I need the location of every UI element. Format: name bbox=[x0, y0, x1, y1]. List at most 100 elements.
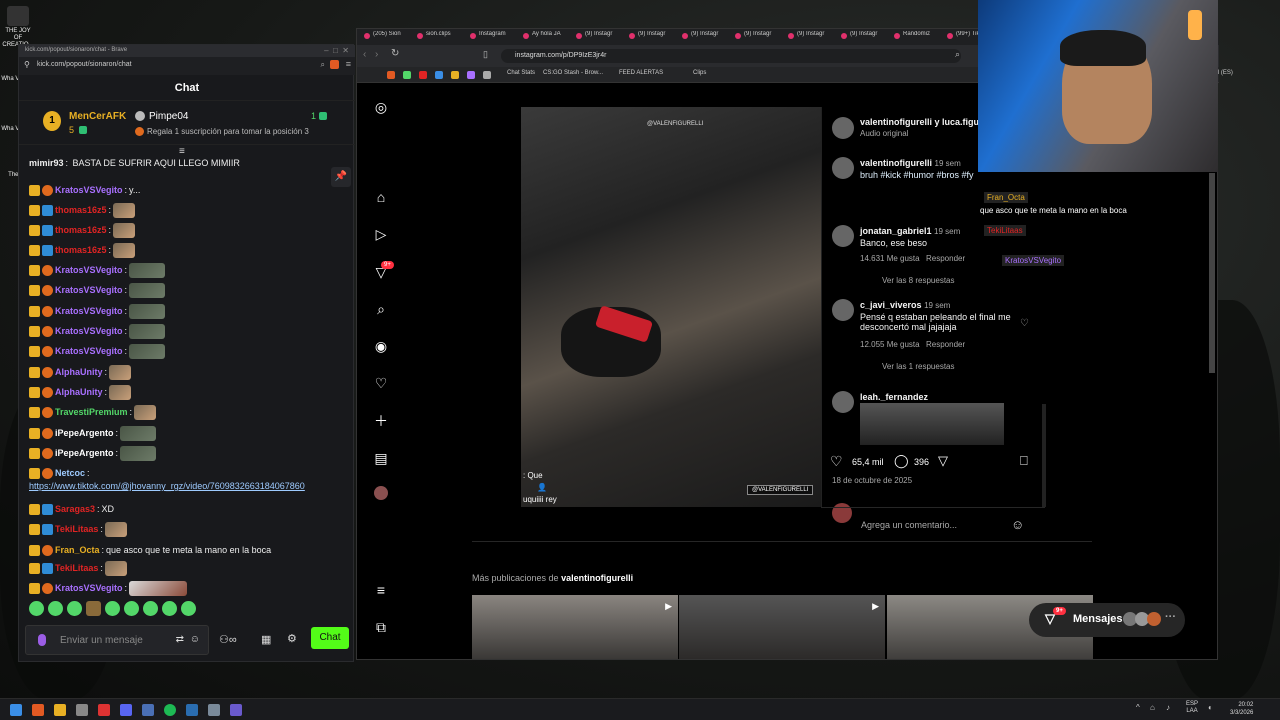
brave-shield-icon[interactable] bbox=[330, 60, 339, 69]
comment-like-icon[interactable]: ♡ bbox=[1020, 318, 1029, 329]
more-post-thumbnail[interactable]: ▶ bbox=[679, 595, 885, 659]
browser-tab[interactable]: (9) Instagr bbox=[628, 31, 678, 43]
leader-second-user[interactable]: Pimpe04 bbox=[149, 111, 188, 122]
browser-tab[interactable]: (9) Instagr bbox=[787, 31, 837, 43]
menu-icon[interactable]: ≡ bbox=[346, 59, 351, 69]
emote-image[interactable] bbox=[129, 262, 166, 278]
bookmark-item[interactable]: CS:GO Stash - Brow... bbox=[543, 70, 603, 76]
instagram-logo-icon[interactable]: ◎ bbox=[371, 97, 391, 117]
translate-icon[interactable]: ⇄ bbox=[176, 634, 184, 645]
store-icon[interactable]: ▦ bbox=[261, 633, 271, 646]
bookmark-item[interactable]: Clips bbox=[693, 70, 706, 76]
more-icon[interactable]: ··· bbox=[1165, 611, 1176, 623]
emote-icon[interactable] bbox=[29, 601, 44, 616]
mic-icon[interactable]: ◐ bbox=[1208, 703, 1213, 712]
clock[interactable]: 20:02 3/3/2026 bbox=[1230, 701, 1253, 717]
file-explorer-icon[interactable] bbox=[54, 704, 66, 716]
comment-user[interactable]: c_javi_viveros bbox=[860, 300, 922, 310]
caption-avatar[interactable] bbox=[832, 157, 854, 179]
emote-icon[interactable] bbox=[162, 601, 177, 616]
notifications-heart-icon[interactable]: ♡ bbox=[371, 373, 391, 393]
messages-button[interactable]: ▽ 9+ Mensajes ··· bbox=[1029, 603, 1185, 637]
emote-image[interactable] bbox=[134, 404, 157, 420]
more-posts-user[interactable]: valentinofigurelli bbox=[561, 573, 633, 583]
chat-username[interactable]: thomas16z5 bbox=[55, 205, 107, 215]
app-icon[interactable] bbox=[230, 704, 242, 716]
emote-image[interactable] bbox=[129, 303, 166, 319]
forward-icon[interactable]: › bbox=[375, 49, 378, 60]
emote-image[interactable] bbox=[109, 384, 132, 400]
view-replies-button[interactable]: Ver las 1 respuestas bbox=[882, 362, 954, 371]
comment-user[interactable]: jonatan_gabriel1 bbox=[860, 226, 932, 236]
emote-image[interactable] bbox=[113, 242, 136, 258]
emote-image[interactable] bbox=[113, 222, 136, 238]
profile-avatar[interactable] bbox=[371, 485, 391, 505]
emote-image[interactable] bbox=[129, 282, 166, 298]
chat-username[interactable]: KratosVSVegito bbox=[55, 583, 123, 593]
home-icon[interactable]: ⌂ bbox=[371, 187, 391, 207]
comments-scrollbar[interactable] bbox=[1042, 404, 1046, 507]
emote-image[interactable] bbox=[129, 323, 166, 339]
app-icon[interactable] bbox=[142, 704, 154, 716]
chat-username[interactable]: AlphaUnity bbox=[55, 387, 103, 397]
browser-tab[interactable]: sion.clips bbox=[416, 31, 466, 43]
browser-tab[interactable]: Randomiz bbox=[893, 31, 943, 43]
chat-username[interactable]: KratosVSVegito bbox=[55, 346, 123, 356]
search-icon[interactable]: ⌕ bbox=[371, 299, 391, 319]
chat-username[interactable]: Fran_Octa bbox=[55, 545, 100, 555]
emoji-icon[interactable]: ☺ bbox=[1011, 517, 1024, 532]
chat-username[interactable]: TravestiPremium bbox=[55, 407, 128, 417]
chat-message-input[interactable]: Enviar un mensaje ⇄ ☺ bbox=[25, 625, 209, 655]
address-bar[interactable]: instagram.com/p/DP9IzE3jr4r bbox=[501, 49, 961, 63]
post-author-avatar[interactable] bbox=[832, 117, 854, 139]
emote-image[interactable] bbox=[120, 425, 157, 441]
gift-cta-text[interactable]: Regala 1 suscripción para tomar la posic… bbox=[147, 127, 309, 136]
chat-username[interactable]: mimir93 bbox=[29, 158, 64, 168]
emote-image[interactable] bbox=[113, 202, 136, 218]
bookmark-favicon-icon[interactable] bbox=[467, 71, 475, 79]
comment-user[interactable]: leah._fernandez bbox=[860, 392, 928, 402]
share-icon[interactable]: ▽ bbox=[938, 453, 948, 469]
tray-chevron-icon[interactable]: ^ bbox=[1136, 703, 1140, 712]
bookmark-favicon-icon[interactable] bbox=[387, 71, 395, 79]
bookmark-favicon-icon[interactable] bbox=[403, 71, 411, 79]
reply-button[interactable]: Responder bbox=[926, 254, 965, 263]
network-icon[interactable]: ⌂ bbox=[1150, 703, 1155, 712]
browser-tab[interactable]: (205) Sion bbox=[363, 31, 413, 43]
emote-icon[interactable] bbox=[86, 601, 101, 616]
also-from-meta-icon[interactable]: ⧉ bbox=[371, 617, 391, 637]
emote-image[interactable] bbox=[104, 521, 127, 537]
bookmark-icon[interactable]: ▯ bbox=[483, 49, 488, 60]
emote-icon[interactable] bbox=[105, 601, 120, 616]
window-titlebar[interactable]: kick.com/popout/sionaron/chat - Brave – … bbox=[19, 45, 355, 57]
chat-username[interactable]: Netcoc bbox=[55, 468, 85, 478]
window-controls[interactable]: – □ ✕ bbox=[324, 46, 349, 55]
comment-avatar[interactable] bbox=[832, 225, 854, 247]
back-icon[interactable]: ‹ bbox=[363, 49, 366, 60]
chat-username[interactable]: Saragas3 bbox=[55, 504, 95, 514]
chat-link[interactable]: https://www.tiktok.com/@jhovanny_rgz/vid… bbox=[29, 481, 305, 491]
url-bar[interactable]: ⚲ kick.com/popout/sionaron/chat ⌕ ≡ bbox=[19, 57, 355, 75]
bookmark-favicon-icon[interactable] bbox=[435, 71, 443, 79]
zoom-icon[interactable]: ⌕ bbox=[321, 60, 325, 70]
chat-username[interactable]: KratosVSVegito bbox=[55, 265, 123, 275]
app-icon[interactable] bbox=[98, 704, 110, 716]
chat-username[interactable]: TekiLitaas bbox=[55, 524, 98, 534]
explore-icon[interactable]: ◉ bbox=[371, 336, 391, 356]
reply-button[interactable]: Responder bbox=[926, 340, 965, 349]
browser-tab[interactable]: Ay hola JA bbox=[522, 31, 572, 43]
discord-icon[interactable] bbox=[120, 704, 132, 716]
emote-icon[interactable] bbox=[181, 601, 196, 616]
browser-tab[interactable]: (9) Instagr bbox=[575, 31, 625, 43]
app-icon[interactable] bbox=[186, 704, 198, 716]
reels-icon[interactable]: ▷ bbox=[371, 224, 391, 244]
emote-image[interactable] bbox=[104, 560, 127, 576]
app-icon[interactable] bbox=[208, 704, 220, 716]
chat-username[interactable]: KratosVSVegito bbox=[55, 306, 123, 316]
desktop-shortcut[interactable]: THE JOY OF CREATIO... bbox=[2, 6, 34, 49]
chat-username[interactable]: KratosVSVegito bbox=[55, 326, 123, 336]
chat-username[interactable]: iPepeArgento bbox=[55, 428, 114, 438]
bookmark-favicon-icon[interactable] bbox=[419, 71, 427, 79]
view-replies-button[interactable]: Ver las 8 respuestas bbox=[882, 276, 954, 285]
chat-send-button[interactable]: Chat bbox=[311, 627, 349, 649]
